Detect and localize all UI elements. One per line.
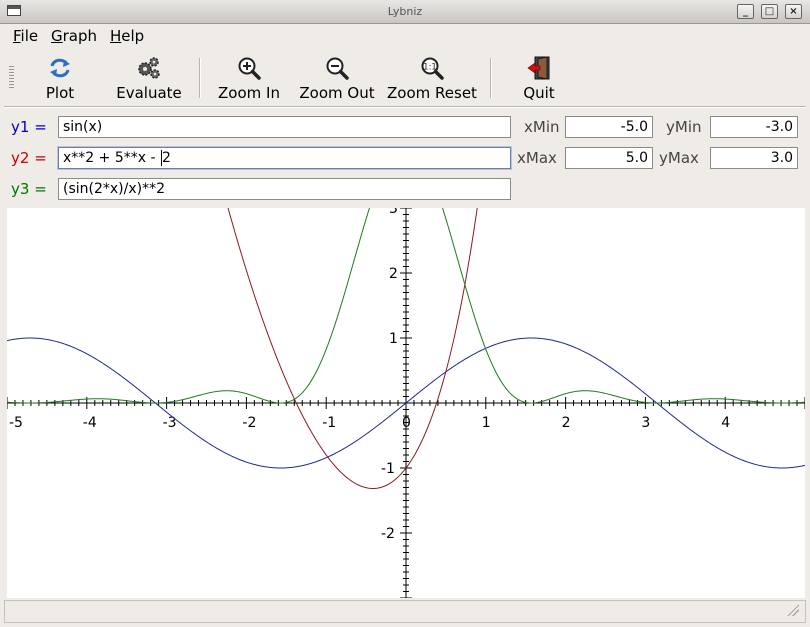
refresh-icon bbox=[50, 58, 70, 78]
menu-help-label: elp bbox=[121, 27, 145, 45]
menu-file[interactable]: File bbox=[13, 27, 38, 45]
evaluate-label: Evaluate bbox=[116, 84, 182, 102]
graph-canvas: -5 -4 -3 -2 -1 0 1 2 3 4 3 2 1 -1 -2 bbox=[6, 208, 806, 599]
y-tick-label: 2 bbox=[389, 266, 398, 282]
zoom-in-label: Zoom In bbox=[218, 84, 280, 102]
ymin-input[interactable]: -3.0 bbox=[710, 116, 798, 138]
quit-label: Quit bbox=[523, 84, 555, 102]
x-tick-label: 4 bbox=[721, 415, 730, 431]
y-tick-label: 3 bbox=[389, 208, 398, 217]
xmax-input[interactable]: 5.0 bbox=[565, 147, 653, 169]
x-tick-label: -2 bbox=[242, 415, 256, 431]
menu-help[interactable]: Help bbox=[110, 27, 144, 45]
title-bar: Lybniz _ □ × bbox=[0, 0, 810, 24]
x-tick-label: 2 bbox=[562, 415, 571, 431]
ymax-label: yMax bbox=[659, 149, 699, 167]
y1-input[interactable]: sin(x) bbox=[58, 116, 511, 138]
toolbar-divider bbox=[4, 106, 806, 108]
ymax-input[interactable]: 3.0 bbox=[710, 147, 798, 169]
menu-graph-mnemonic: G bbox=[51, 27, 63, 45]
x-tick-label: 0 bbox=[402, 415, 411, 431]
plot-label: Plot bbox=[45, 84, 75, 102]
plot-button[interactable]: Plot bbox=[40, 56, 80, 102]
zoom-reset-icon: 1:1 bbox=[421, 57, 444, 80]
window-title: Lybniz bbox=[387, 5, 423, 18]
y2-label: y2 = bbox=[11, 149, 47, 167]
x-tick-label: -4 bbox=[83, 415, 97, 431]
svg-text:1:1: 1:1 bbox=[423, 63, 437, 73]
toolbar-separator bbox=[199, 58, 201, 98]
y3-label: y3 = bbox=[11, 180, 47, 198]
zoom-reset-button[interactable]: 1:1 Zoom Reset bbox=[386, 56, 478, 102]
zoom-out-label: Zoom Out bbox=[299, 84, 375, 102]
toolbar-separator bbox=[490, 58, 492, 98]
zoom-in-button[interactable]: Zoom In bbox=[216, 56, 282, 102]
xmin-input[interactable]: -5.0 bbox=[565, 116, 653, 138]
quit-button[interactable]: Quit bbox=[519, 56, 559, 102]
y-tick-label: -2 bbox=[381, 526, 395, 542]
zoom-reset-label: Zoom Reset bbox=[387, 84, 477, 102]
close-button[interactable]: × bbox=[785, 4, 802, 19]
xmax-label: xMax bbox=[517, 149, 557, 167]
y-tick-label: 1 bbox=[389, 331, 398, 347]
x-tick-label: 1 bbox=[482, 415, 491, 431]
zoom-in-icon bbox=[238, 57, 261, 80]
minimize-button[interactable]: _ bbox=[737, 4, 754, 19]
x-tick-label: -3 bbox=[163, 415, 177, 431]
zoom-out-icon bbox=[326, 57, 349, 80]
status-bar bbox=[4, 600, 806, 623]
menu-file-label: ile bbox=[20, 27, 39, 45]
xmin-label: xMin bbox=[524, 118, 560, 136]
x-tick-label: -5 bbox=[9, 415, 23, 431]
menu-graph[interactable]: Graph bbox=[51, 27, 97, 45]
exit-icon bbox=[527, 56, 550, 80]
menu-help-mnemonic: H bbox=[110, 27, 122, 45]
menu-file-mnemonic: F bbox=[13, 27, 21, 45]
resize-grip[interactable] bbox=[787, 604, 799, 616]
x-tick-label: 3 bbox=[641, 415, 650, 431]
maximize-button[interactable]: □ bbox=[761, 4, 778, 19]
series-y2-line bbox=[220, 208, 481, 488]
y1-label: y1 = bbox=[11, 118, 47, 136]
zoom-out-button[interactable]: Zoom Out bbox=[297, 56, 377, 102]
ymin-label: yMin bbox=[666, 118, 702, 136]
graph-area[interactable]: -5 -4 -3 -2 -1 0 1 2 3 4 3 2 1 -1 -2 bbox=[6, 208, 806, 599]
toolbar-handle[interactable] bbox=[9, 66, 14, 88]
y-tick-label: -1 bbox=[381, 461, 395, 477]
menu-graph-label: raph bbox=[62, 27, 98, 45]
evaluate-button[interactable]: Evaluate bbox=[113, 56, 185, 102]
y3-input[interactable]: (sin(2*x)/x)**2 bbox=[58, 178, 511, 200]
y2-input[interactable]: x**2 + 5**x - 2 bbox=[57, 146, 512, 170]
menu-bar: File Graph Help bbox=[0, 24, 810, 48]
gears-icon bbox=[138, 57, 160, 79]
toolbar: Plot Evaluate Zoom In Zoom Out 1:1 Zoom … bbox=[0, 50, 810, 104]
x-tick-label: -1 bbox=[322, 415, 336, 431]
